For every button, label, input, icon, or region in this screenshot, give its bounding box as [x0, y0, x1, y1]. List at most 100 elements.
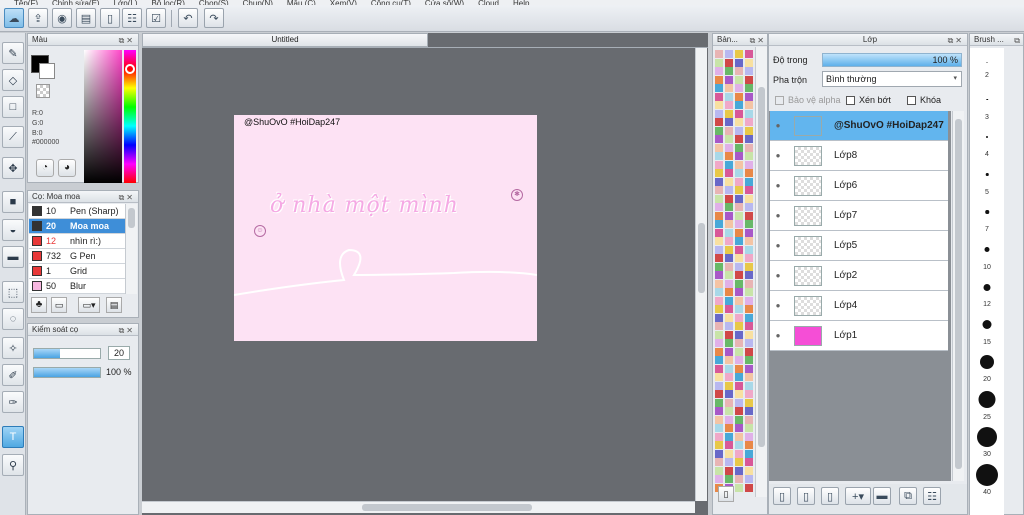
- brush-size-preset[interactable]: [983, 283, 991, 291]
- palette-swatch[interactable]: [715, 330, 723, 339]
- layer-opacity-slider[interactable]: 100 %: [822, 53, 962, 67]
- palette-swatch[interactable]: [725, 58, 733, 67]
- lock-checkbox[interactable]: [907, 95, 916, 105]
- select-tool-icon[interactable]: ⬚: [2, 281, 24, 303]
- palette-swatch[interactable]: [745, 194, 753, 203]
- palette-swatch[interactable]: [725, 432, 733, 441]
- palette-swatch[interactable]: [735, 347, 743, 356]
- palette-swatch[interactable]: [725, 237, 733, 245]
- canvas-vertical-scrollbar[interactable]: [695, 48, 707, 501]
- brush-list-item[interactable]: 20 Moa moa: [29, 219, 125, 234]
- palette-swatch[interactable]: [745, 75, 753, 84]
- palette-swatch[interactable]: [725, 177, 733, 186]
- palette-swatch[interactable]: [745, 84, 753, 92]
- palette-swatch[interactable]: [745, 373, 753, 381]
- palette-swatch[interactable]: [725, 356, 733, 364]
- palette-swatch[interactable]: [735, 67, 743, 75]
- eraser-tool-icon[interactable]: ◇: [2, 69, 24, 91]
- palette-swatch[interactable]: [745, 118, 753, 126]
- palette-swatch[interactable]: [725, 245, 733, 254]
- layer-row[interactable]: ● Lớp2: [770, 261, 948, 291]
- palette-swatch[interactable]: [745, 109, 753, 118]
- brush-list-item[interactable]: 1 Grid: [29, 264, 125, 279]
- palette-swatch[interactable]: [715, 288, 723, 296]
- palette-swatch[interactable]: [745, 458, 753, 466]
- palette-swatch[interactable]: [725, 339, 733, 347]
- palette-swatch[interactable]: [715, 254, 723, 262]
- palette-swatch[interactable]: [715, 390, 723, 398]
- palette-swatch[interactable]: [725, 466, 733, 475]
- palette-swatch[interactable]: [725, 296, 733, 305]
- palette-swatch[interactable]: [745, 279, 753, 288]
- visibility-icon[interactable]: ●: [770, 271, 786, 280]
- palette-swatch[interactable]: [735, 441, 743, 449]
- palette-icon[interactable]: ◔: [36, 159, 54, 177]
- palette-swatch[interactable]: [725, 109, 733, 118]
- palette-swatch[interactable]: [725, 271, 733, 279]
- palette-swatch[interactable]: [735, 228, 743, 237]
- brush-size-preset[interactable]: [985, 210, 989, 214]
- panel-controls-icon[interactable]: ⧉✕: [119, 35, 135, 47]
- duplicate-layer-icon[interactable]: ▯: [821, 487, 839, 505]
- palette-swatch[interactable]: [725, 322, 733, 330]
- visibility-icon[interactable]: ●: [770, 181, 786, 190]
- palette-swatch[interactable]: [715, 441, 723, 449]
- palette-swatch[interactable]: [725, 449, 733, 458]
- palette-swatch[interactable]: [725, 84, 733, 92]
- gradient-tool-icon[interactable]: ▬: [2, 246, 24, 268]
- layer-row[interactable]: ● @ShuOvO #HoiDap247: [770, 111, 948, 141]
- palette-swatch[interactable]: [715, 228, 723, 237]
- palette-swatch[interactable]: [715, 271, 723, 279]
- brush-size-preset[interactable]: [985, 173, 989, 176]
- palette-swatch[interactable]: [745, 407, 753, 415]
- palette-swatch[interactable]: [745, 271, 753, 279]
- palette-swatch[interactable]: [745, 58, 753, 67]
- layer-row[interactable]: ● Lớp7: [770, 201, 948, 231]
- palette-swatch[interactable]: [745, 143, 753, 152]
- palette-swatch[interactable]: [735, 220, 743, 228]
- palette-swatch[interactable]: [725, 364, 733, 373]
- palette-swatch[interactable]: [735, 245, 743, 254]
- palette-swatch[interactable]: [715, 305, 723, 313]
- blend-mode-select[interactable]: Bình thường ▾: [822, 71, 962, 87]
- brush-list-item[interactable]: 50 Blur: [29, 279, 125, 294]
- brush-size-preset[interactable]: [986, 61, 988, 63]
- palette-swatch[interactable]: [725, 458, 733, 466]
- palette-swatch[interactable]: [735, 356, 743, 364]
- palette-swatch[interactable]: [715, 381, 723, 390]
- palette-swatch[interactable]: [715, 398, 723, 407]
- palette-swatch[interactable]: [715, 339, 723, 347]
- palette-swatch[interactable]: [735, 169, 743, 177]
- visibility-icon[interactable]: ●: [770, 331, 786, 340]
- palette-swatch[interactable]: [735, 339, 743, 347]
- brush-menu-icon[interactable]: ♣: [31, 297, 47, 313]
- palette-swatch[interactable]: [715, 186, 723, 194]
- artwork-canvas[interactable]: @ShuOvO #HoiDap247 ở nhà một mình ✱ ☺: [234, 115, 537, 341]
- palette-swatch[interactable]: [715, 262, 723, 271]
- palette-swatch[interactable]: [745, 313, 753, 322]
- palette-swatch[interactable]: [745, 288, 753, 296]
- palette-swatch[interactable]: [735, 75, 743, 84]
- palette-swatch[interactable]: [745, 322, 753, 330]
- palette-swatch[interactable]: [745, 186, 753, 194]
- size-slider[interactable]: [33, 348, 101, 359]
- add-layer-menu-icon[interactable]: +▾: [845, 487, 871, 505]
- palette-swatch[interactable]: [735, 483, 743, 492]
- palette-swatch[interactable]: [715, 313, 723, 322]
- palette-swatch[interactable]: [745, 126, 753, 135]
- background-color-swatch[interactable]: [39, 63, 55, 79]
- brush-size-preset[interactable]: [976, 463, 998, 486]
- protect-alpha-checkbox[interactable]: [775, 95, 784, 105]
- hue-slider-handle[interactable]: [125, 64, 135, 74]
- select-eraser-tool-icon[interactable]: ✑: [2, 391, 24, 413]
- visibility-icon[interactable]: ●: [770, 301, 786, 310]
- brush-options-icon[interactable]: ▭▾: [78, 297, 100, 313]
- palette-swatch[interactable]: [735, 475, 743, 483]
- palette-swatch[interactable]: [715, 475, 723, 483]
- brush-size-preset[interactable]: [977, 427, 997, 447]
- palette-swatch[interactable]: [715, 75, 723, 84]
- palette-swatch[interactable]: [725, 220, 733, 228]
- rect-fill-tool-icon[interactable]: ■: [2, 191, 24, 213]
- comment-icon[interactable]: ◉: [52, 8, 72, 28]
- palette-swatch[interactable]: [745, 211, 753, 220]
